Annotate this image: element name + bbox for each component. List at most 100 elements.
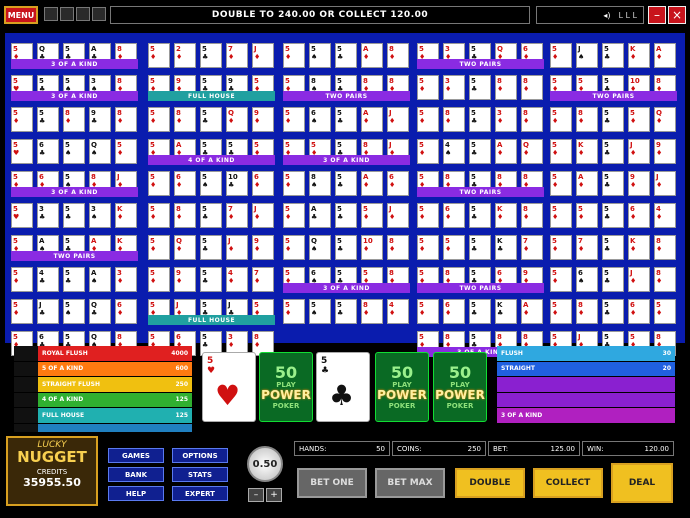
card-back-sub: POKER — [388, 401, 416, 410]
paytable-bar: 4 OF A KIND 125 — [38, 392, 192, 407]
bank-button[interactable]: BANK — [108, 467, 164, 482]
collect-button[interactable]: COLLECT — [533, 468, 603, 498]
card-suit: ♥ — [13, 149, 20, 157]
mini-card: 7 ♦ — [521, 235, 543, 260]
card-back[interactable]: 50 PLAY POWER POKER — [375, 352, 429, 422]
expert-button[interactable]: EXPERT — [172, 486, 228, 501]
held-card[interactable]: 5 ♣ ♣ — [316, 352, 370, 422]
card-rank: 9 — [254, 109, 259, 117]
card-suit: ♦ — [656, 277, 663, 285]
card-rank: J — [630, 141, 633, 149]
card-back[interactable]: 50 PLAY POWER POKER — [433, 352, 487, 422]
paytable-bar: ROYAL FLUSH 4000 — [38, 346, 192, 361]
card-suit: ♦ — [285, 245, 292, 253]
mini-card: 5 ♣ — [200, 235, 222, 260]
paytable-row — [497, 392, 675, 407]
coin-value[interactable]: 0.50 — [247, 446, 283, 482]
mini-hand: 5 ♦ A ♦ 5 ♣ 5 ♣ 5 ♦ 4 OF A KIND — [148, 133, 275, 165]
minimize-button[interactable]: – — [648, 6, 666, 24]
mini-card: 5 ♣ — [200, 43, 222, 68]
paytable-row: 5 OF A KIND 600 — [14, 361, 192, 376]
card-rank: 8 — [497, 333, 502, 341]
bet-max-button[interactable]: BET MAX — [375, 468, 445, 498]
mini-card: 8 ♦ — [521, 107, 543, 132]
paytable-label: 4 OF A KIND — [42, 396, 84, 404]
card-rank: 9 — [656, 141, 661, 149]
mini-card: 5 ♥ — [11, 203, 33, 228]
mini-card: 7 ♦ — [576, 235, 598, 260]
card-rank: 5 — [285, 237, 290, 245]
paytable-bar: STRAIGHT 20 — [497, 361, 675, 376]
mini-card: 6 ♦ — [628, 299, 650, 324]
mini-card: 6 ♦ — [443, 203, 465, 228]
card-rank: 8 — [523, 173, 528, 181]
menu-button[interactable]: MENU — [4, 6, 38, 24]
paytable-value: 600 — [175, 365, 188, 373]
mini-card: 5 ♦ — [628, 107, 650, 132]
paytable-num — [14, 377, 38, 392]
mini-card: A ♦ — [521, 299, 543, 324]
card-rank: 5 — [604, 109, 609, 117]
card-rank: J — [228, 237, 231, 245]
info-icon[interactable] — [92, 7, 106, 21]
card-rank: 10 — [228, 173, 238, 181]
card-suit: ♣ — [337, 181, 344, 189]
card-rank: 8 — [363, 77, 368, 85]
card-rank: 5 — [254, 77, 259, 85]
games-button[interactable]: GAMES — [108, 448, 164, 463]
speaker-icon[interactable]: ◂) — [603, 11, 610, 20]
card-rank: 9 — [91, 109, 96, 117]
held-card[interactable]: 5 ♥ ♥ — [202, 352, 256, 422]
card-suit: ♦ — [13, 117, 20, 125]
card-rank: 5 — [285, 173, 290, 181]
card-rank: J — [254, 45, 257, 53]
card-rank: 8 — [65, 109, 70, 117]
hand-result-label: TWO PAIRS — [11, 251, 138, 261]
card-suit: ♣ — [202, 213, 209, 221]
card-suit: ♣ — [91, 309, 98, 317]
card-rank: J — [389, 109, 392, 117]
card-suit: ♦ — [630, 117, 637, 125]
card-suit: ♦ — [497, 85, 504, 93]
lucky-nugget-logo: LUCKY NUGGET CREDITS 35955.50 — [6, 436, 98, 506]
credits-value: 35955.50 — [23, 476, 81, 489]
help-button[interactable]: HELP — [108, 486, 164, 501]
card-rank: 5 — [202, 45, 207, 53]
settings-icon[interactable] — [76, 7, 90, 21]
double-button[interactable]: DOUBLE — [455, 468, 525, 498]
paytable-value: 125 — [175, 411, 188, 419]
mini-card: 5 ♣ — [37, 107, 59, 132]
deal-button[interactable]: DEAL — [611, 463, 673, 503]
mini-card: 5 ♦ — [115, 139, 137, 164]
options-button[interactable]: OPTIONS — [172, 448, 228, 463]
mini-card: 8 ♦ — [576, 107, 598, 132]
card-suit: ♠ — [311, 53, 318, 61]
coin-increase-button[interactable]: + — [266, 488, 282, 502]
chart-icon[interactable] — [60, 7, 74, 21]
card-rank: 5 — [337, 269, 342, 277]
mini-card: 6 ♦ — [252, 171, 274, 196]
card-suit: ♦ — [389, 117, 396, 125]
paytable-num — [14, 408, 38, 423]
card-rank: 8 — [91, 173, 96, 181]
card-suit: ♠ — [311, 245, 318, 253]
card-back[interactable]: 50 PLAY POWER POKER — [259, 352, 313, 422]
mini-hand: 5 ♦ 4 ♠ 5 ♣ A ♦ Q ♦ — [417, 133, 544, 165]
card-rank: 7 — [254, 269, 259, 277]
card-suit: ♣ — [202, 245, 209, 253]
card-suit: ♣ — [604, 309, 611, 317]
card-suit: ♣ — [604, 213, 611, 221]
mini-hand: 5 ♦ 5 ♠ 5 ♣ A ♦ 8 ♦ — [283, 37, 410, 69]
mini-card: 5 ♦ — [550, 267, 572, 292]
stats-button[interactable]: STATS — [172, 467, 228, 482]
sound-controls[interactable]: ◂) L L L — [536, 6, 644, 24]
cashier-icon[interactable] — [44, 7, 58, 21]
coin-decrease-button[interactable]: – — [248, 488, 264, 502]
mini-card: K ♣ — [495, 235, 517, 260]
paytable-label: FULL HOUSE — [42, 411, 85, 419]
card-rank: K — [578, 141, 584, 149]
close-button[interactable]: × — [668, 6, 686, 24]
card-suit: ♦ — [578, 245, 585, 253]
bet-one-button[interactable]: BET ONE — [297, 468, 367, 498]
card-rank: 5 — [65, 301, 70, 309]
